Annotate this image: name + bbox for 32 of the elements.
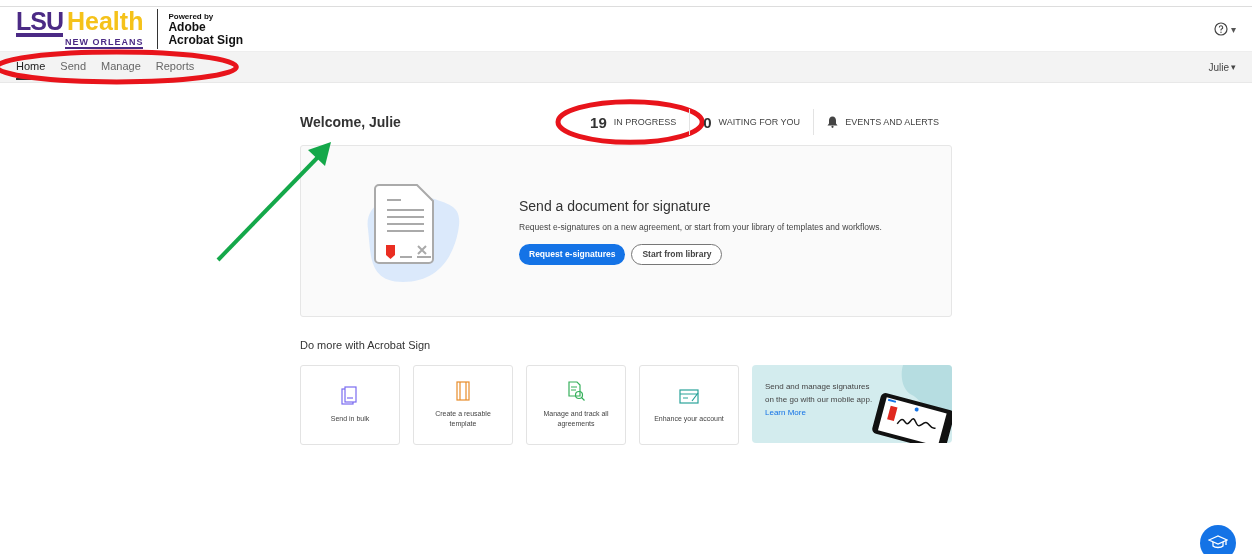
stat-count[interactable]: 19 [590,113,607,131]
nav-tab[interactable]: Send [60,54,87,80]
graduation-cap-icon [1208,535,1228,551]
welcome-heading: Welcome, Julie [300,114,401,130]
caret-icon[interactable]: ▾ [1231,23,1236,35]
stat-label[interactable]: IN PROGRESS [613,117,677,127]
card-description: Request e-signatures on a new agreement, or start from your library of templates and workflows. [519,221,882,232]
learn-more-link[interactable]: Learn More [765,408,806,417]
card-pen-icon [678,386,700,406]
stat-count[interactable]: 0 [703,113,712,131]
card-title: Send a document for signature [519,197,712,214]
learn-button[interactable] [1200,525,1236,554]
section-heading: Do more with Acrobat Sign [300,339,432,351]
brand-name: Acrobat Sign [168,33,244,47]
caret-icon[interactable]: ▾ [1231,62,1236,72]
logo-subtitle: NEW ORLEANS [64,37,144,49]
help-icon[interactable] [1214,22,1228,36]
nav-tab[interactable]: Home [16,54,46,80]
library-button[interactable]: Start from library [631,243,723,265]
nav-tab[interactable]: Reports [155,54,195,80]
user-menu[interactable]: Julie [1208,61,1229,73]
powered-by-label: Powered by [168,11,215,21]
stat-label[interactable]: EVENTS AND ALERTS [845,117,939,127]
bell-icon[interactable] [827,116,839,128]
request-signatures-button[interactable]: Request e-signatures [519,243,626,265]
promo-text: Send and manage signatures on the go with our mobile app. Learn More [765,381,874,419]
stat-label[interactable]: WAITING FOR YOU [718,117,801,127]
brand-name: Adobe [168,20,206,34]
nav-tab[interactable]: Manage [101,54,141,80]
document-magnifier-icon [565,381,587,401]
logo-text: LSU [16,9,63,37]
logo-text: Health [67,9,144,37]
